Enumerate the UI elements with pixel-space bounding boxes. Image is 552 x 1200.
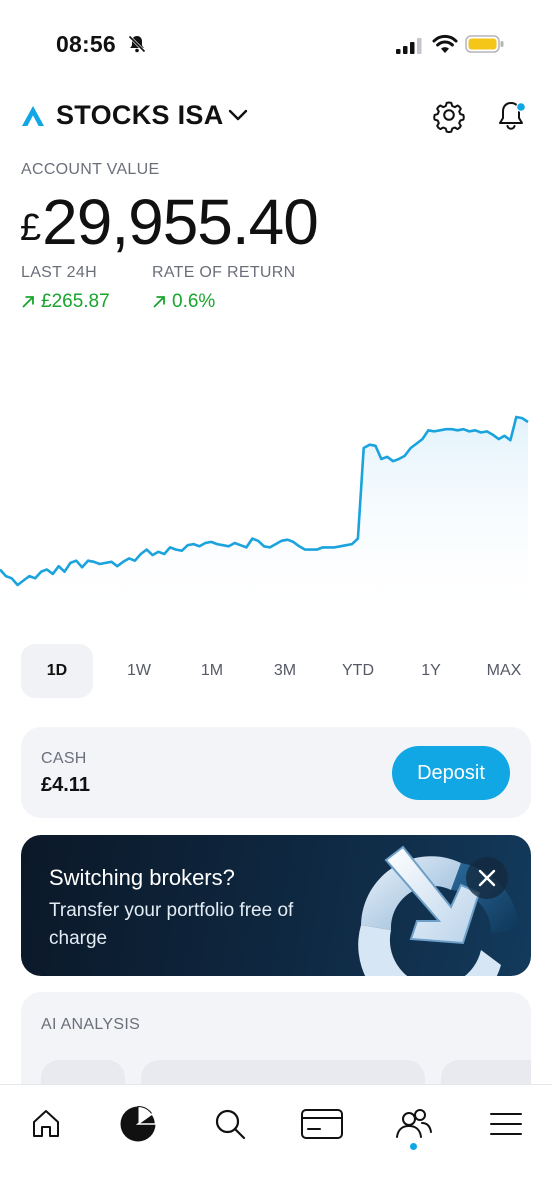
account-value-amount: 29,955.40 [42, 186, 319, 258]
stat-rate-of-return: RATE OF RETURN 0.6% [152, 264, 295, 313]
chart-area [0, 417, 528, 608]
range-tab-1w[interactable]: 1W [112, 644, 166, 698]
stat-last-24h-value: £265.87 [41, 291, 110, 312]
chevron-down-icon[interactable] [228, 108, 248, 122]
cash-card: CASH £4.11 Deposit [21, 727, 531, 818]
battery-icon [465, 35, 504, 53]
close-icon [478, 869, 496, 887]
transfer-arrow-illustration [358, 845, 519, 976]
nav-portfolio[interactable] [115, 1101, 161, 1147]
range-tab-max[interactable]: MAX [477, 644, 531, 698]
bell-icon[interactable] [492, 96, 530, 134]
brand-logo-icon [22, 106, 44, 126]
cellular-signal-icon [396, 38, 422, 54]
promo-subtitle: Transfer your portfolio free of charge [49, 900, 294, 949]
stat-rate-of-return-label: RATE OF RETURN [152, 264, 296, 281]
search-icon [215, 1109, 246, 1140]
wifi-icon [432, 34, 458, 53]
time-range-tabs: 1D 1W 1M 3M YTD 1Y MAX [21, 644, 531, 698]
range-tab-1y[interactable]: 1Y [404, 644, 458, 698]
stat-rate-of-return-value: 0.6% [172, 291, 216, 312]
nav-community[interactable] [391, 1101, 437, 1147]
bottom-nav [0, 1084, 552, 1200]
stat-last-24h-label: LAST 24H [21, 264, 97, 281]
gear-icon[interactable] [430, 96, 468, 134]
nav-card[interactable] [299, 1101, 345, 1147]
ai-analysis-label: AI ANALYSIS [41, 1016, 141, 1033]
header: STOCKS ISA [0, 90, 552, 150]
account-selector[interactable]: STOCKS ISA [56, 100, 224, 131]
home-icon [33, 1110, 59, 1137]
card-icon [301, 1109, 343, 1139]
cash-value: £4.11 [41, 774, 90, 796]
promo-banner[interactable]: Switching brokers? Transfer your portfol… [21, 835, 531, 976]
active-indicator-dot [410, 1143, 417, 1150]
menu-icon [490, 1113, 522, 1135]
bell-slash-icon [128, 35, 146, 53]
portfolio-pie-icon [120, 1105, 157, 1142]
deposit-button[interactable]: Deposit [392, 746, 510, 800]
range-tab-ytd[interactable]: YTD [331, 644, 385, 698]
nav-menu[interactable] [483, 1101, 529, 1147]
status-time: 08:56 [56, 31, 116, 57]
range-tab-3m[interactable]: 3M [258, 644, 312, 698]
nav-home[interactable] [23, 1101, 69, 1147]
range-tab-1d[interactable]: 1D [21, 644, 93, 698]
arrow-up-right-icon [22, 296, 34, 308]
arrow-up-right-icon [153, 296, 165, 308]
account-value: £29,955.40 [20, 186, 319, 264]
currency-symbol: £ [20, 207, 41, 249]
close-button[interactable] [466, 857, 508, 899]
cash-label: CASH [41, 750, 87, 767]
stat-last-24h: LAST 24H £265.87 [21, 264, 110, 313]
promo-title: Switching brokers? [49, 865, 235, 890]
account-value-label: ACCOUNT VALUE [21, 161, 160, 178]
community-icon [396, 1109, 432, 1138]
range-tab-1m[interactable]: 1M [185, 644, 239, 698]
portfolio-chart[interactable] [0, 400, 552, 615]
nav-search[interactable] [207, 1101, 253, 1147]
status-bar: 08:56 [0, 0, 552, 90]
